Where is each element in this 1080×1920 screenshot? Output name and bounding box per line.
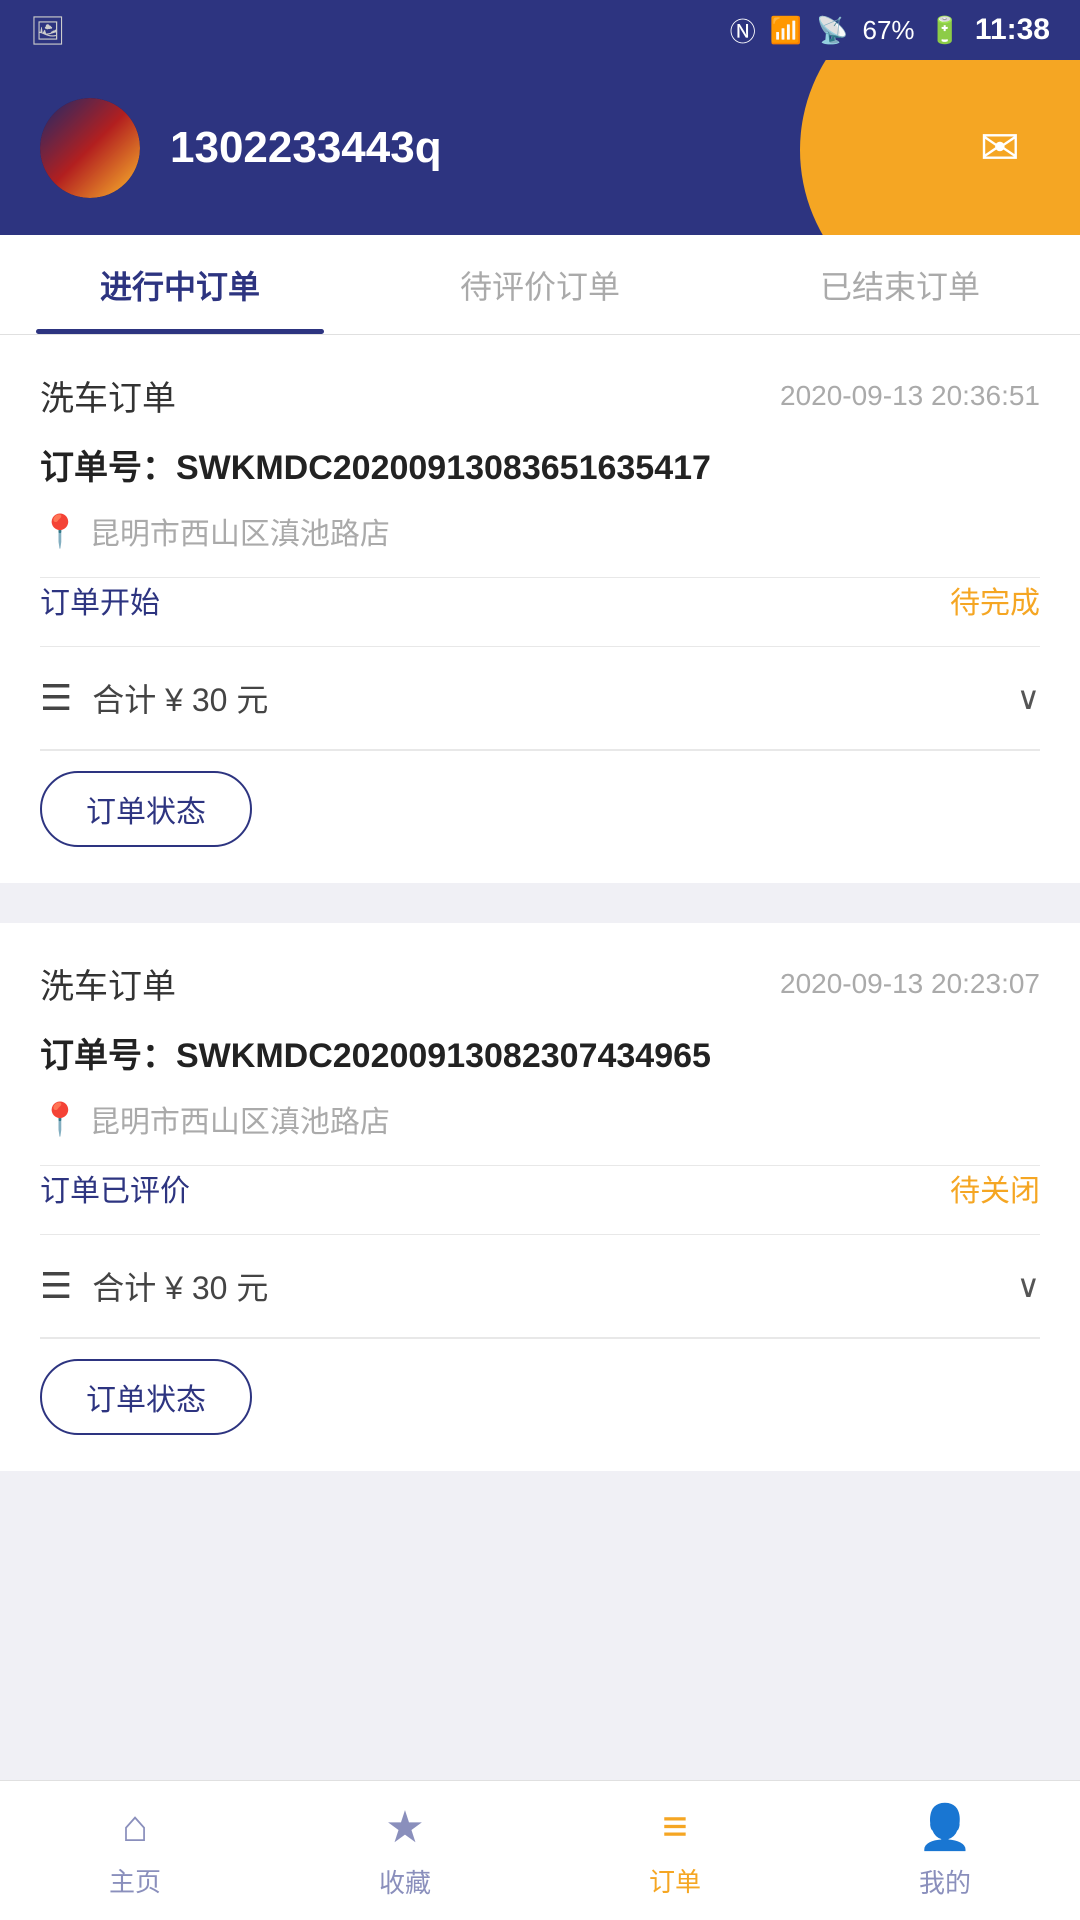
nfc-icon: Ⓝ xyxy=(730,12,756,49)
location-text: 昆明市西山区滇池路店 xyxy=(90,1097,390,1141)
nav-home-label: 主页 xyxy=(109,1862,161,1899)
header: 1302233443q ✉ xyxy=(0,60,1080,235)
avatar xyxy=(40,98,140,198)
location-icon: 📍 xyxy=(40,1100,80,1138)
nav-profile[interactable]: 👤 我的 xyxy=(810,1781,1080,1920)
order-status-left: 订单开始 xyxy=(40,578,160,622)
nav-orders[interactable]: ≡ 订单 xyxy=(540,1781,810,1920)
order-type: 洗车订单 xyxy=(40,371,176,420)
image-icon: 🖼 xyxy=(30,14,66,47)
location-icon: 📍 xyxy=(40,512,80,550)
order-header: 洗车订单 2020-09-13 20:36:51 xyxy=(40,371,1040,420)
mail-icon[interactable]: ✉ xyxy=(980,120,1020,176)
order-location: 📍 昆明市西山区滇池路店 xyxy=(40,1097,1040,1141)
order-location: 📍 昆明市西山区滇池路店 xyxy=(40,509,1040,553)
chevron-down-icon[interactable]: ∨ xyxy=(1017,1267,1040,1305)
order-card: 洗车订单 2020-09-13 20:23:07 订单号：SWKMDC20200… xyxy=(0,923,1080,1471)
nav-favorites-label: 收藏 xyxy=(379,1863,431,1900)
bottom-nav: ⌂ 主页 ★ 收藏 ≡ 订单 👤 我的 xyxy=(0,1780,1080,1920)
total-text: 合计 ¥ 30 元 xyxy=(92,675,996,721)
order-status-left: 订单已评价 xyxy=(40,1166,190,1210)
order-status-button[interactable]: 订单状态 xyxy=(40,771,252,847)
list-icon: ☰ xyxy=(40,1265,72,1307)
home-icon: ⌂ xyxy=(122,1802,149,1852)
order-status-button[interactable]: 订单状态 xyxy=(40,1359,252,1435)
list-icon: ☰ xyxy=(40,677,72,719)
battery-text: 67% xyxy=(863,15,915,46)
order-action-row: 订单状态 xyxy=(40,750,1040,883)
chevron-down-icon[interactable]: ∨ xyxy=(1017,679,1040,717)
nav-profile-label: 我的 xyxy=(919,1863,971,1900)
order-number: 订单号：SWKMDC20200913083651635417 xyxy=(40,440,1040,489)
nav-home[interactable]: ⌂ 主页 xyxy=(0,1781,270,1920)
tab-pending-review[interactable]: 待评价订单 xyxy=(360,235,720,334)
status-bar: 🖼 Ⓝ 📶 📡 67% 🔋 11:38 xyxy=(0,0,1080,60)
order-status-right: 待完成 xyxy=(950,578,1040,622)
order-total-row[interactable]: ☰ 合计 ¥ 30 元 ∨ xyxy=(40,647,1040,749)
order-status-row: 订单已评价 待关闭 xyxy=(40,1166,1040,1234)
signal-icon: 📡 xyxy=(816,15,848,46)
nav-favorites[interactable]: ★ 收藏 xyxy=(270,1781,540,1920)
wifi-icon: 📶 xyxy=(770,15,802,46)
location-text: 昆明市西山区滇池路店 xyxy=(90,509,390,553)
order-datetime: 2020-09-13 20:36:51 xyxy=(780,380,1040,412)
section-divider xyxy=(0,903,1080,923)
order-status-right: 待关闭 xyxy=(950,1166,1040,1210)
order-type: 洗车订单 xyxy=(40,959,176,1008)
order-action-row: 订单状态 xyxy=(40,1338,1040,1471)
order-card: 洗车订单 2020-09-13 20:36:51 订单号：SWKMDC20200… xyxy=(0,335,1080,883)
profile-icon: 👤 xyxy=(918,1801,973,1853)
tabs-bar: 进行中订单 待评价订单 已结束订单 xyxy=(0,235,1080,335)
nav-orders-label: 订单 xyxy=(649,1862,701,1899)
order-status-row: 订单开始 待完成 xyxy=(40,578,1040,646)
tab-closed-orders[interactable]: 已结束订单 xyxy=(720,235,1080,334)
order-total-row[interactable]: ☰ 合计 ¥ 30 元 ∨ xyxy=(40,1235,1040,1337)
tab-active-orders[interactable]: 进行中订单 xyxy=(0,235,360,334)
battery-icon: 🔋 xyxy=(929,15,961,46)
header-decoration xyxy=(800,60,1080,235)
order-list: 洗车订单 2020-09-13 20:36:51 订单号：SWKMDC20200… xyxy=(0,335,1080,1471)
order-number: 订单号：SWKMDC20200913082307434965 xyxy=(40,1028,1040,1077)
order-header: 洗车订单 2020-09-13 20:23:07 xyxy=(40,959,1040,1008)
total-text: 合计 ¥ 30 元 xyxy=(92,1263,996,1309)
time-display: 11:38 xyxy=(975,13,1050,47)
order-datetime: 2020-09-13 20:23:07 xyxy=(780,968,1040,1000)
star-icon: ★ xyxy=(385,1802,424,1853)
orders-icon: ≡ xyxy=(662,1802,688,1852)
